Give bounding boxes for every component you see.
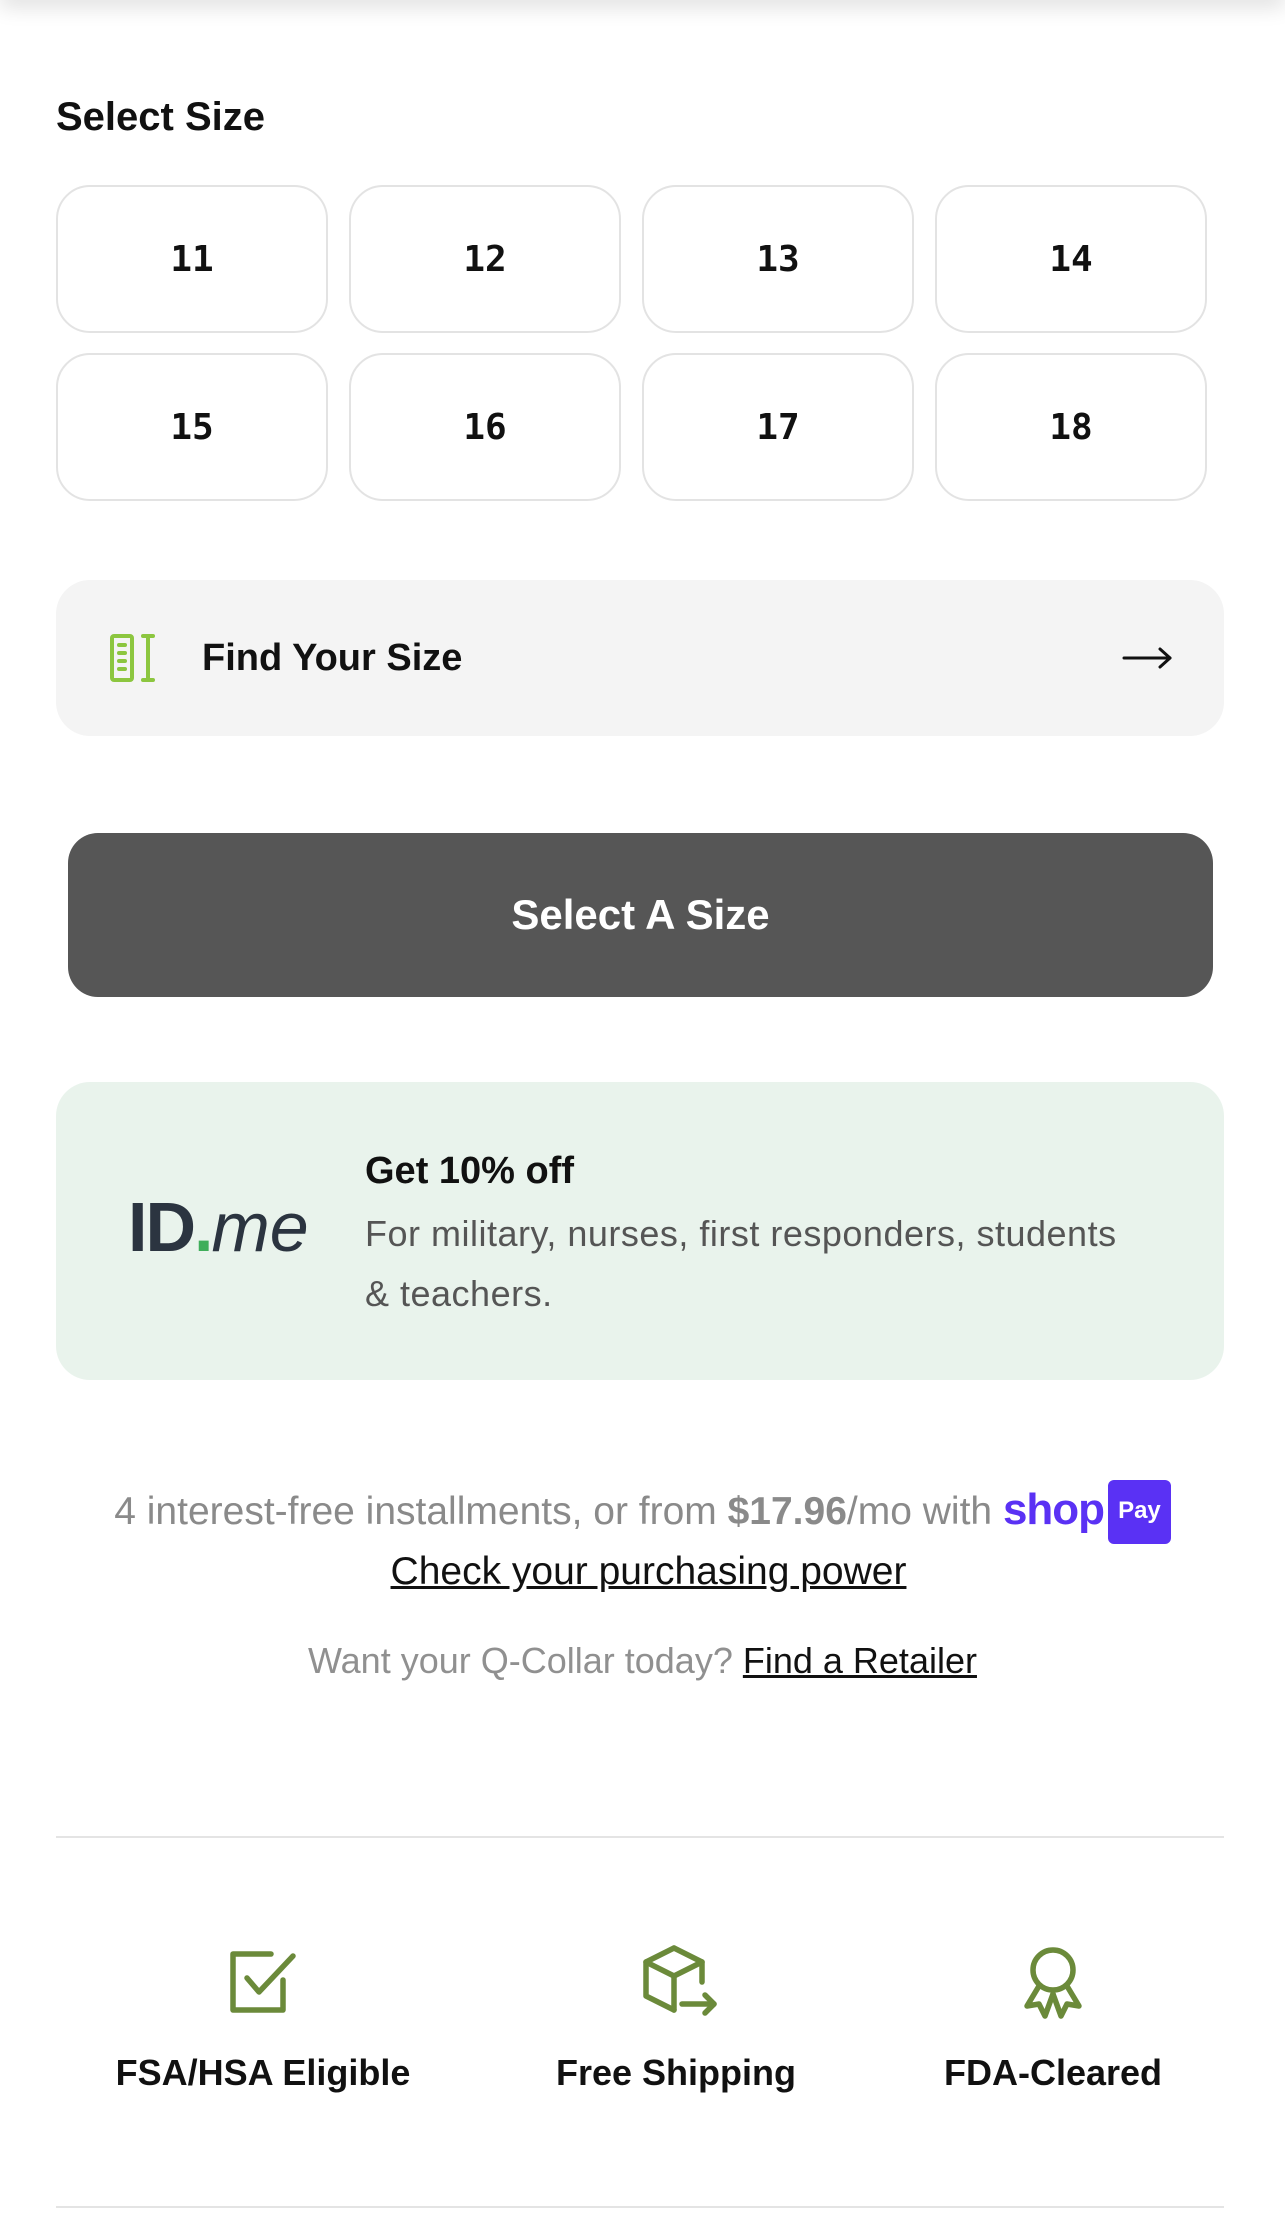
size-option-11[interactable]: 11 bbox=[56, 185, 328, 333]
divider-top bbox=[56, 1836, 1224, 1838]
divider-bottom bbox=[56, 2206, 1224, 2208]
feature-fsa-hsa: FSA/HSA Eligible bbox=[83, 1940, 443, 2094]
find-retailer-line: Want your Q-Collar today? Find a Retaile… bbox=[0, 1640, 1285, 1682]
check-purchasing-power-link[interactable]: Check your purchasing power bbox=[12, 1544, 1285, 1600]
installments-prefix: 4 interest-free installments, or from bbox=[114, 1490, 728, 1533]
installments-suffix: /mo with bbox=[846, 1490, 1003, 1533]
size-option-13[interactable]: 13 bbox=[642, 185, 914, 333]
find-your-size-label: Find Your Size bbox=[202, 636, 463, 679]
size-option-15[interactable]: 15 bbox=[56, 353, 328, 501]
size-option-16[interactable]: 16 bbox=[349, 353, 621, 501]
idme-discount-card[interactable]: ID.me Get 10% off For military, nurses, … bbox=[56, 1082, 1224, 1380]
installment-price: $17.96 bbox=[727, 1490, 847, 1533]
size-grid: 11 12 13 14 15 16 17 18 bbox=[56, 185, 1208, 501]
find-your-size-button[interactable]: Find Your Size bbox=[56, 580, 1224, 736]
retailer-prompt: Want your Q-Collar today? bbox=[308, 1640, 743, 1681]
feature-label-fsa: FSA/HSA Eligible bbox=[115, 2052, 411, 2093]
size-option-12[interactable]: 12 bbox=[349, 185, 621, 333]
select-size-heading: Select Size bbox=[56, 95, 266, 139]
arrow-right-icon bbox=[1122, 647, 1172, 669]
find-a-retailer-link[interactable]: Find a Retailer bbox=[743, 1640, 977, 1681]
award-ribbon-icon bbox=[1024, 1947, 1082, 2019]
feature-label-shipping: Free Shipping bbox=[555, 2052, 796, 2093]
size-option-17[interactable]: 17 bbox=[642, 353, 914, 501]
box-shipping-icon bbox=[643, 1945, 717, 2016]
idme-discount-description: For military, nurses, first responders, … bbox=[365, 1213, 1117, 1314]
feature-fda-cleared: FDA-Cleared bbox=[873, 1940, 1233, 2094]
idme-logo: ID.me bbox=[128, 1188, 309, 1266]
checkbox-icon bbox=[230, 1951, 296, 2013]
shop-pay-installments: 4 interest-free installments, or from $1… bbox=[0, 1480, 1285, 1600]
shop-pay-logo: shop Pay bbox=[1003, 1480, 1171, 1544]
size-option-14[interactable]: 14 bbox=[935, 185, 1207, 333]
size-option-18[interactable]: 18 bbox=[935, 353, 1207, 501]
select-a-size-button[interactable]: Select A Size bbox=[68, 833, 1213, 997]
feature-free-shipping: Free Shipping bbox=[496, 1940, 856, 2094]
idme-discount-title: Get 10% off bbox=[365, 1150, 575, 1192]
ruler-icon bbox=[110, 634, 155, 682]
feature-label-fda: FDA-Cleared bbox=[943, 2052, 1163, 2093]
